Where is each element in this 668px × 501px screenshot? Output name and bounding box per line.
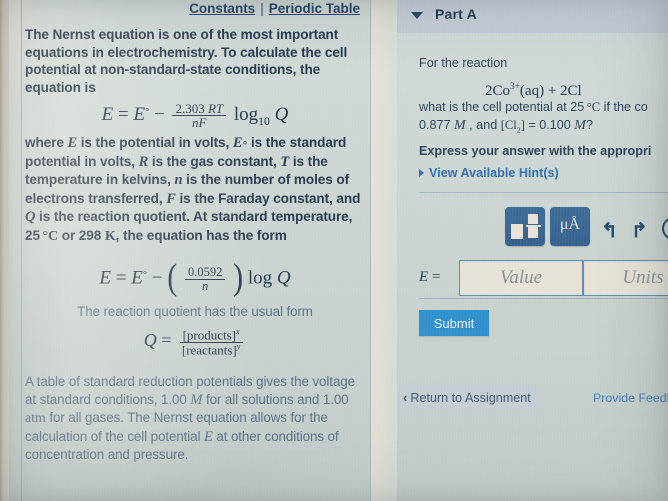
units-icon[interactable]: μÅ	[550, 207, 590, 246]
monitor-bezel-left	[0, 0, 9, 501]
constants-link[interactable]: Constants	[189, 1, 255, 16]
answer-label: E =	[419, 269, 441, 285]
where-paragraph: where E is the potential in volts, E◦ is…	[25, 135, 361, 244]
template-icon[interactable]	[505, 207, 545, 246]
answer-input-row: E = Value Units	[419, 258, 668, 298]
closing-paragraph: A table of standard reduction potentials…	[25, 374, 355, 463]
toolbar-top-rule	[419, 192, 668, 193]
answer-panel: Part A For the reaction 2Co3+(aq) + 2Cl …	[397, 0, 668, 501]
value-placeholder: Value	[499, 267, 543, 288]
equation-1-fraction: 2.303 RT nF	[172, 102, 227, 130]
equation-2-fraction: 0.0592 n	[184, 265, 226, 293]
question-line-1: what is the cell potential at 25 °C if t…	[419, 100, 648, 114]
answer-instruction: Express your answer with the appropri	[419, 144, 652, 158]
view-hints-link[interactable]: View Available Hint(s)	[429, 166, 559, 180]
nernst-equation-general: E = E◦ − 2.303 RT nF log10 Q	[101, 101, 289, 131]
part-a-title: Part A	[435, 6, 477, 22]
provide-feedback-link[interactable]: Provide Feedb	[593, 391, 668, 405]
submit-button[interactable]: Submit	[419, 310, 489, 336]
units-input[interactable]: Units	[583, 260, 668, 296]
value-input[interactable]: Value	[459, 260, 583, 296]
units-placeholder: Units	[622, 267, 664, 288]
links-separator: |	[260, 1, 264, 16]
reaction-equation: 2Co3+(aq) + 2Cl	[485, 82, 582, 99]
equation-3-fraction: [products]x [reactants]y	[179, 327, 243, 356]
chevron-down-icon[interactable]	[411, 12, 423, 19]
resource-links: Constants | Periodic Table	[189, 1, 360, 16]
intro-paragraph: The Nernst equation is one of the most i…	[25, 27, 348, 95]
chevron-right-icon[interactable]	[419, 169, 424, 177]
return-to-assignment-label: Return to Assignment	[410, 391, 531, 405]
prompt-intro: For the reaction	[419, 56, 508, 70]
screen-photo: Constants | Periodic Table The Nernst equa…	[0, 0, 668, 501]
answer-bottom-rule	[419, 298, 668, 299]
reaction-quotient-equation: Q = [products]x [reactants]y	[22, 327, 368, 356]
periodic-table-link[interactable]: Periodic Table	[269, 1, 360, 16]
return-to-assignment-button[interactable]: ‹ Return to Assignment	[397, 386, 541, 410]
reset-icon[interactable]	[662, 217, 668, 240]
part-a-header[interactable]: Part A	[397, 0, 668, 33]
problem-statement-panel: Constants | Periodic Table The Nernst equa…	[22, 0, 368, 501]
answer-toolbar: μÅ ↰ ↱	[419, 196, 668, 258]
nernst-equation-298k: E = E◦ − ( 0.0592 n ) log Q	[99, 256, 291, 298]
panel-gutter	[371, 0, 397, 501]
units-icon-label: μÅ	[559, 216, 581, 233]
undo-icon[interactable]: ↰	[601, 218, 618, 243]
quotient-intro: The reaction quotient has the usual form	[77, 304, 313, 319]
question-line-2: 0.877 M , and [Cl2] = 0.100 M?	[419, 118, 593, 135]
redo-icon[interactable]: ↱	[631, 218, 648, 243]
